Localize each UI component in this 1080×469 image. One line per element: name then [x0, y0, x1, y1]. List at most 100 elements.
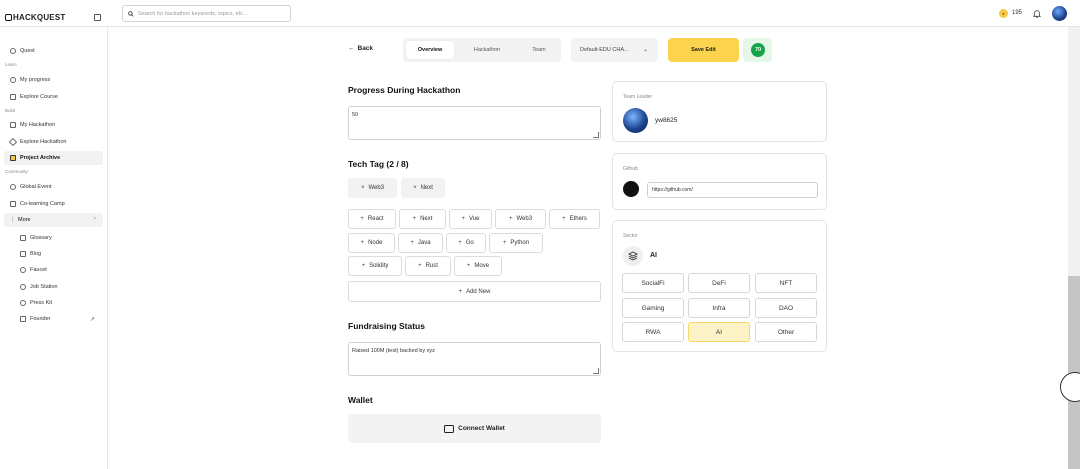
- edu-chain-select[interactable]: Default-EDU CHA... ⌄: [571, 38, 658, 62]
- sector-option-rwa[interactable]: RWA: [622, 322, 684, 342]
- sidebar-item-label: Job Station: [30, 284, 58, 290]
- tag-option-web3[interactable]: + Web3: [495, 209, 546, 229]
- add-new-label: Add New: [466, 288, 491, 295]
- plus-icon: +: [466, 263, 471, 269]
- tag-label: Rust: [425, 263, 438, 269]
- tag-option-go[interactable]: + Go: [446, 233, 486, 253]
- tag-option-ethers[interactable]: + Ethers: [549, 209, 600, 229]
- tag-option-react[interactable]: + React: [348, 209, 396, 229]
- resize-handle-icon[interactable]: [593, 368, 599, 374]
- sidebar-toggle-icon[interactable]: [94, 14, 101, 21]
- github-url-input[interactable]: https://github.com/: [647, 182, 818, 198]
- plus-icon: +: [458, 240, 462, 246]
- sector-option-defi[interactable]: DeFi: [688, 273, 750, 293]
- tag-option-solidity[interactable]: + Solidity: [348, 256, 402, 276]
- remove-icon[interactable]: ×: [361, 185, 365, 191]
- sidebar-item-my-progress[interactable]: My progress: [4, 73, 103, 87]
- tag-option-node[interactable]: + Node: [348, 233, 395, 253]
- sector-option-socialfi[interactable]: SocialFi: [622, 273, 684, 293]
- tag-option-next[interactable]: + Next: [399, 209, 446, 229]
- plus-icon: +: [461, 216, 466, 222]
- sidebar-item-founder[interactable]: Founder ↗: [14, 312, 100, 326]
- remove-icon[interactable]: ×: [413, 185, 417, 191]
- layers-icon: [623, 246, 643, 266]
- sector-option-gaming[interactable]: Gaming: [622, 298, 684, 318]
- logo-text: HACKQUEST: [13, 13, 66, 22]
- back-button[interactable]: ← Back: [348, 45, 373, 52]
- sidebar-item-global-event[interactable]: Global Event: [4, 180, 103, 194]
- selected-tag-next[interactable]: × Next: [401, 178, 445, 198]
- wallet-title: Wallet: [348, 395, 373, 405]
- plus-icon: +: [360, 216, 364, 222]
- sidebar-item-label: Quest: [20, 48, 35, 54]
- globe-icon: [10, 184, 16, 190]
- team-leader-label: Team Leader: [623, 94, 653, 100]
- more-icon: ⋮: [10, 217, 16, 223]
- sector-option-infra[interactable]: Infra: [688, 298, 750, 318]
- sidebar-item-explore-course[interactable]: Explore Course: [4, 90, 103, 104]
- user-avatar[interactable]: [1052, 6, 1067, 21]
- resize-handle-icon[interactable]: [593, 132, 599, 138]
- sidebar-item-project-archive[interactable]: Project Archive: [4, 151, 103, 165]
- tag-label: Go: [465, 240, 474, 246]
- sidebar-item-label: My progress: [20, 77, 51, 83]
- sector-option-other[interactable]: Other: [755, 322, 817, 342]
- back-label: Back: [357, 45, 374, 52]
- chevron-up-icon: ⌃: [92, 217, 97, 223]
- plus-icon: +: [360, 240, 365, 246]
- tag-option-rust[interactable]: + Rust: [405, 256, 451, 276]
- bell-icon[interactable]: [1033, 9, 1041, 18]
- tab-hackathon[interactable]: Hackathon: [462, 41, 512, 59]
- sidebar-item-co-learning-camp[interactable]: Co-learning Camp: [4, 197, 103, 211]
- sidebar-item-my-hackathon[interactable]: My Hackathon: [4, 118, 103, 132]
- sidebar-item-press-kit[interactable]: Press Kit: [14, 296, 100, 310]
- fundraising-textarea[interactable]: Raised 100M (test) backed by xyz: [348, 342, 601, 376]
- connect-wallet-button[interactable]: Connect Wallet: [348, 414, 601, 443]
- sidebar-item-blog[interactable]: Blog: [14, 247, 100, 261]
- assistant-helper-icon[interactable]: [1060, 372, 1080, 402]
- tag-option-java[interactable]: + Java: [398, 233, 443, 253]
- tag-label: Vue: [469, 216, 480, 222]
- sidebar-item-label: Explore Hackathon: [20, 139, 67, 145]
- plus-icon: +: [412, 216, 417, 222]
- save-edit-button[interactable]: Save Edit: [668, 38, 739, 62]
- progress-textarea[interactable]: 50: [348, 106, 601, 140]
- plus-icon: +: [418, 263, 422, 269]
- sidebar-item-more[interactable]: ⋮ More ⌃: [4, 213, 103, 227]
- hackquest-logo[interactable]: HACKQUEST: [5, 13, 65, 22]
- coin-icon: ●: [999, 9, 1008, 18]
- plus-icon: +: [502, 240, 507, 246]
- sidebar-section-community: Community: [5, 169, 28, 174]
- tab-overview[interactable]: Overview: [406, 41, 454, 59]
- sidebar-item-glossary[interactable]: Glossary: [14, 231, 100, 245]
- tag-option-move[interactable]: + Move: [454, 256, 502, 276]
- wallet-icon: [444, 424, 455, 433]
- search-input[interactable]: Search for hackathon keywords, topics, e…: [122, 5, 291, 22]
- github-card: Github https://github.com/: [612, 153, 827, 210]
- tag-label: Next: [420, 216, 433, 222]
- tag-label: Ethers: [569, 216, 587, 222]
- sector-option-ai[interactable]: AI: [688, 322, 750, 342]
- add-new-tag-button[interactable]: + Add New: [348, 281, 601, 302]
- job-icon: [20, 284, 26, 290]
- tag-option-vue[interactable]: + Vue: [449, 209, 492, 229]
- sidebar-item-quest[interactable]: Quest: [4, 44, 103, 58]
- tag-label: Java: [417, 240, 431, 246]
- tag-label: Node: [368, 240, 383, 246]
- sidebar-item-explore-hackathon[interactable]: Explore Hackathon: [4, 135, 103, 149]
- sector-option-dao[interactable]: DAO: [755, 298, 817, 318]
- tab-team[interactable]: Team: [518, 41, 560, 59]
- plus-icon: +: [562, 216, 566, 222]
- sidebar-item-label: Blog: [30, 251, 42, 257]
- sidebar-item-job-station[interactable]: Job Station: [14, 280, 100, 294]
- selected-tag-web3[interactable]: × Web3: [348, 178, 397, 198]
- tag-label: Web3: [516, 216, 533, 222]
- sidebar-item-faucet[interactable]: Faucet: [14, 263, 100, 277]
- github-url-value: https://github.com/: [652, 187, 693, 193]
- plus-icon: +: [361, 263, 366, 269]
- sector-option-nft[interactable]: NFT: [755, 273, 817, 293]
- blog-icon: [20, 251, 26, 257]
- sidebar-item-label: Faucet: [30, 267, 47, 273]
- founder-icon: [20, 316, 26, 322]
- tag-option-python[interactable]: + Python: [489, 233, 543, 253]
